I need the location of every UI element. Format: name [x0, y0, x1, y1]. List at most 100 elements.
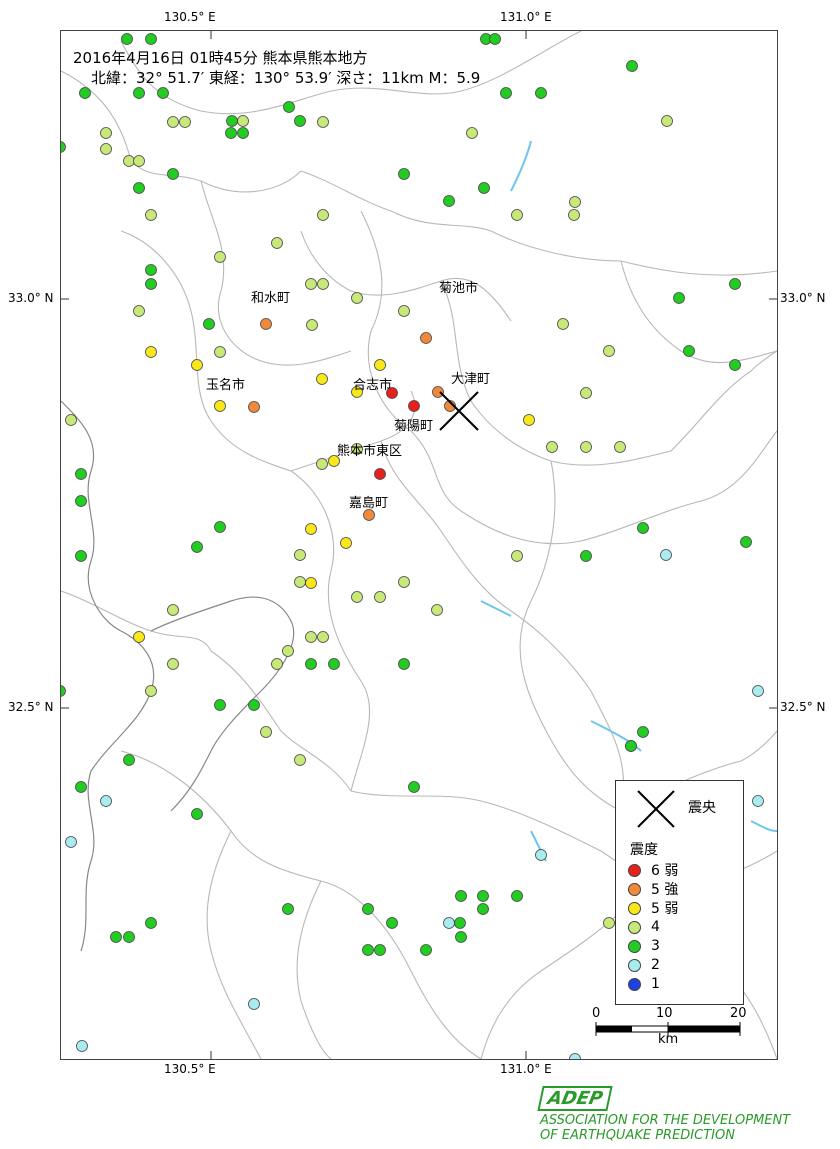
station-marker: [294, 754, 306, 766]
station-marker: [374, 468, 386, 480]
station-marker: [374, 359, 386, 371]
station-marker: [133, 182, 145, 194]
station-marker: [167, 116, 179, 128]
station-marker: [145, 685, 157, 697]
station-marker: [431, 604, 443, 616]
legend-item: 1: [628, 975, 660, 993]
station-marker: [511, 550, 523, 562]
adep-logo-line2: OF EARTHQUAKE PREDICTION: [540, 1128, 735, 1143]
station-marker: [351, 292, 363, 304]
station-marker: [237, 127, 249, 139]
place-label-kikuchi: 菊池市: [439, 281, 479, 296]
station-marker: [535, 87, 547, 99]
station-marker: [729, 359, 741, 371]
station-marker: [398, 305, 410, 317]
legend-swatch: [628, 882, 641, 896]
station-marker: [523, 414, 535, 426]
lat-label-left-lower: 32.5° N: [8, 700, 54, 714]
station-marker: [191, 541, 203, 553]
station-marker: [740, 536, 752, 548]
station-marker: [75, 495, 87, 507]
station-marker: [683, 345, 695, 357]
station-marker: [489, 33, 501, 45]
station-marker: [133, 305, 145, 317]
station-marker: [535, 849, 547, 861]
station-marker: [214, 400, 226, 412]
station-marker: [237, 115, 249, 127]
lat-label-right-upper: 33.0° N: [780, 291, 826, 305]
station-marker: [477, 903, 489, 915]
station-marker: [317, 278, 329, 290]
station-marker: [271, 237, 283, 249]
place-label-ozu: 大津町: [451, 372, 491, 387]
station-marker: [398, 168, 410, 180]
station-marker: [214, 699, 226, 711]
place-label-kikuyo: 菊陽町: [394, 419, 434, 434]
station-marker: [167, 658, 179, 670]
station-marker: [145, 264, 157, 276]
station-marker: [157, 87, 169, 99]
place-label-nagomi: 和水町: [251, 291, 291, 306]
legend-label: 3: [651, 938, 660, 954]
station-marker: [248, 699, 260, 711]
station-marker: [317, 631, 329, 643]
place-label-kumamoto-higashi: 熊本市東区: [337, 444, 403, 459]
station-marker: [133, 631, 145, 643]
station-marker: [580, 387, 592, 399]
scale-unit: km: [658, 1032, 679, 1047]
station-marker: [248, 998, 260, 1010]
station-marker: [123, 754, 135, 766]
station-marker: [100, 143, 112, 155]
legend-epicenter-icon: [637, 790, 675, 828]
station-marker: [260, 318, 272, 330]
station-marker: [76, 1040, 88, 1052]
legend-swatch: [628, 977, 641, 991]
legend-label: 2: [651, 957, 660, 973]
lon-label-bottom-left: 130.5° E: [164, 1062, 216, 1076]
legend-swatch: [628, 863, 641, 877]
station-marker: [282, 903, 294, 915]
station-marker: [637, 726, 649, 738]
station-marker: [79, 87, 91, 99]
station-marker: [133, 87, 145, 99]
station-marker: [580, 550, 592, 562]
station-marker: [752, 795, 764, 807]
station-marker: [729, 278, 741, 290]
adep-logo-mark: ADEP: [537, 1086, 614, 1111]
station-marker: [362, 903, 374, 915]
station-marker: [660, 549, 672, 561]
station-marker: [626, 60, 638, 72]
station-marker: [557, 318, 569, 330]
station-marker: [305, 658, 317, 670]
station-marker: [203, 318, 215, 330]
station-marker: [625, 740, 637, 752]
station-marker: [511, 890, 523, 902]
station-marker: [443, 917, 455, 929]
station-marker: [374, 591, 386, 603]
station-marker: [398, 658, 410, 670]
station-marker: [500, 87, 512, 99]
station-marker: [466, 127, 478, 139]
scale-label-10: 10: [656, 1006, 673, 1021]
legend-label: 1: [651, 976, 660, 992]
station-marker: [305, 577, 317, 589]
station-marker: [305, 523, 317, 535]
station-marker: [145, 278, 157, 290]
water-features: [480, 140, 777, 862]
adep-logo-line1: ASSOCIATION FOR THE DEVELOPMENT: [540, 1113, 791, 1128]
station-marker: [443, 195, 455, 207]
station-marker: [214, 521, 226, 533]
station-marker: [306, 319, 318, 331]
station-marker: [316, 458, 328, 470]
station-marker: [569, 1053, 581, 1059]
station-marker: [386, 917, 398, 929]
station-marker: [61, 685, 66, 697]
station-marker: [317, 209, 329, 221]
legend-item: 6 弱: [628, 861, 678, 879]
station-marker: [110, 931, 122, 943]
legend-label: 6 弱: [651, 863, 679, 879]
lon-label-top-left: 130.5° E: [164, 10, 216, 24]
station-marker: [133, 155, 145, 167]
legend-swatch: [628, 901, 641, 915]
legend-label: 5 弱: [651, 901, 679, 917]
